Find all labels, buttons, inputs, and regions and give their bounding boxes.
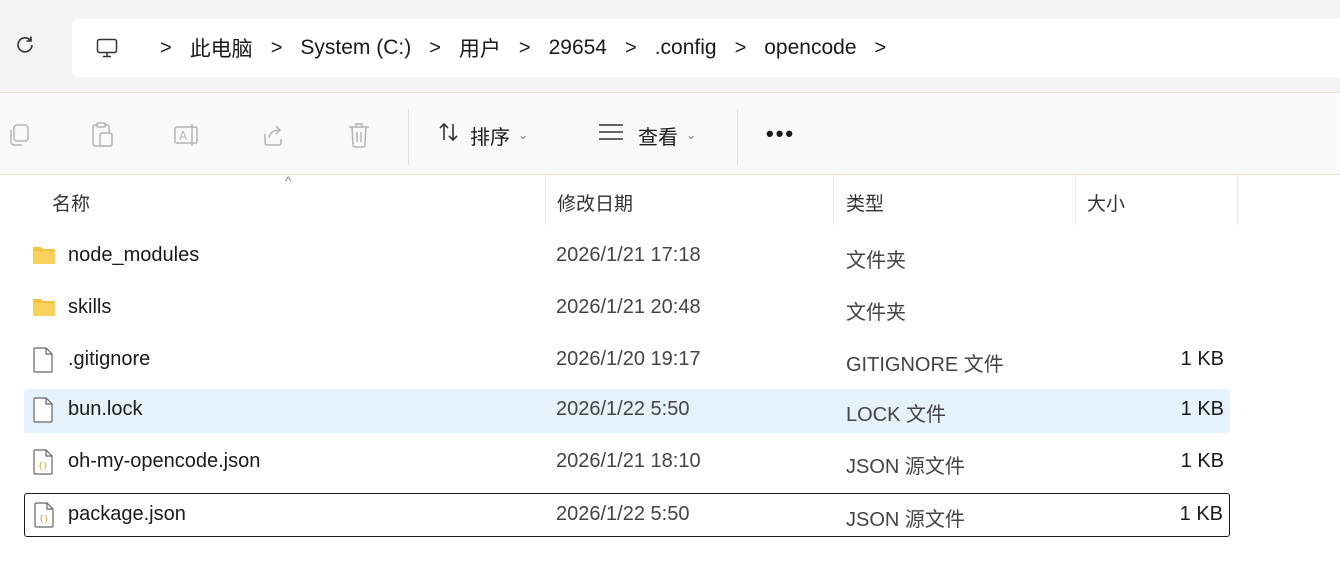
chevron-right-icon[interactable]: >	[271, 37, 283, 60]
file-modified: 2026/1/21 17:18	[556, 244, 701, 266]
share-icon[interactable]	[258, 120, 288, 150]
column-header-size[interactable]: 大小	[1087, 189, 1125, 216]
folder-icon	[32, 295, 56, 321]
toolbar-divider	[737, 109, 738, 165]
view-list-icon	[598, 123, 624, 147]
sort-icon	[438, 121, 460, 149]
breadcrumb-this-pc[interactable]: 此电脑	[190, 33, 253, 63]
chevron-right-icon[interactable]: >	[519, 37, 531, 60]
breadcrumb[interactable]: > 此电脑 > System (C:) > 用户 > 29654 > .conf…	[72, 19, 1340, 77]
copy-icon[interactable]	[4, 120, 34, 150]
address-bar-row: > 此电脑 > System (C:) > 用户 > 29654 > .conf…	[0, 0, 1340, 92]
paste-icon[interactable]	[88, 120, 118, 150]
sort-button[interactable]: 排序 ⌄	[438, 119, 528, 151]
column-divider[interactable]	[833, 175, 834, 225]
chevron-right-icon[interactable]: >	[875, 37, 887, 60]
column-header-name[interactable]: 名称	[52, 189, 90, 216]
svg-text:A: A	[179, 129, 188, 143]
file-name: node_modules	[68, 244, 200, 266]
file-row[interactable]: skills 2026/1/21 20:48 文件夹	[24, 287, 1230, 331]
breadcrumb-system-c[interactable]: System (C:)	[300, 36, 411, 60]
file-modified: 2026/1/21 18:10	[556, 450, 701, 472]
sort-ascending-icon: ^	[285, 173, 292, 189]
breadcrumb-user-folder[interactable]: 29654	[549, 36, 607, 60]
file-icon	[32, 397, 56, 423]
computer-icon[interactable]	[94, 35, 120, 61]
breadcrumb-opencode[interactable]: opencode	[764, 36, 856, 60]
delete-icon[interactable]	[344, 120, 374, 150]
column-divider[interactable]	[545, 175, 546, 225]
file-row[interactable]: bun.lock 2026/1/22 5:50 LOCK 文件 1 KB	[24, 389, 1230, 433]
file-size: 1 KB	[1180, 348, 1224, 370]
file-type: 文件夹	[846, 250, 906, 272]
file-type: GITIGNORE 文件	[846, 354, 1004, 376]
refresh-icon[interactable]	[10, 30, 40, 60]
breadcrumb-users[interactable]: 用户	[459, 33, 501, 63]
list-bottom-padding	[0, 551, 1340, 562]
file-name: bun.lock	[68, 398, 143, 420]
file-row[interactable]: .gitignore 2026/1/20 19:17 GITIGNORE 文件 …	[24, 339, 1230, 383]
file-modified: 2026/1/22 5:50	[556, 398, 690, 420]
file-type: LOCK 文件	[846, 404, 947, 426]
file-name: package.json	[68, 503, 186, 525]
file-modified: 2026/1/21 20:48	[556, 296, 701, 318]
folder-icon	[32, 243, 56, 269]
column-header-type[interactable]: 类型	[846, 189, 884, 216]
file-name: oh-my-opencode.json	[68, 450, 261, 472]
json-file-icon: {}	[32, 449, 56, 475]
chevron-right-icon[interactable]: >	[625, 37, 637, 60]
file-modified: 2026/1/22 5:50	[556, 503, 690, 525]
breadcrumb-config[interactable]: .config	[655, 36, 717, 60]
file-row[interactable]: node_modules 2026/1/21 17:18 文件夹	[24, 235, 1230, 279]
file-type: JSON 源文件	[846, 509, 965, 531]
file-type: 文件夹	[846, 302, 906, 324]
json-file-icon: {}	[33, 502, 57, 528]
toolbar-divider	[408, 109, 409, 165]
svg-text:{}: {}	[38, 461, 48, 470]
chevron-down-icon: ⌄	[518, 128, 529, 142]
file-row[interactable]: {} package.json 2026/1/22 5:50 JSON 源文件 …	[24, 493, 1230, 537]
command-bar: A 排序 ⌄ 查看 ⌄ •••	[0, 92, 1340, 174]
file-icon	[32, 347, 56, 373]
chevron-right-icon[interactable]: >	[735, 37, 747, 60]
sort-label: 排序	[470, 126, 510, 149]
file-name: .gitignore	[68, 348, 151, 370]
chevron-down-icon: ⌄	[686, 128, 697, 142]
file-size: 1 KB	[1180, 398, 1224, 420]
chevron-right-icon[interactable]: >	[429, 37, 441, 60]
file-size: 1 KB	[1179, 503, 1223, 525]
chevron-right-icon[interactable]: >	[160, 37, 172, 60]
column-header-modified[interactable]: 修改日期	[557, 189, 633, 216]
more-options-icon[interactable]: •••	[766, 121, 795, 147]
view-label: 查看	[638, 126, 678, 149]
file-list: ^ 名称 修改日期 类型 大小 node_modules 2026/1/21 1…	[0, 173, 1340, 562]
column-divider[interactable]	[1075, 175, 1076, 225]
file-size: 1 KB	[1180, 450, 1224, 472]
file-type: JSON 源文件	[846, 456, 965, 478]
svg-text:{}: {}	[39, 514, 49, 523]
rename-icon[interactable]: A	[172, 120, 202, 150]
view-button[interactable]: 查看 ⌄	[598, 119, 696, 151]
column-divider[interactable]	[1237, 175, 1238, 225]
file-name: skills	[68, 296, 112, 318]
file-modified: 2026/1/20 19:17	[556, 348, 701, 370]
file-row[interactable]: {} oh-my-opencode.json 2026/1/21 18:10 J…	[24, 441, 1230, 485]
column-header-row: ^ 名称 修改日期 类型 大小	[0, 173, 1340, 225]
